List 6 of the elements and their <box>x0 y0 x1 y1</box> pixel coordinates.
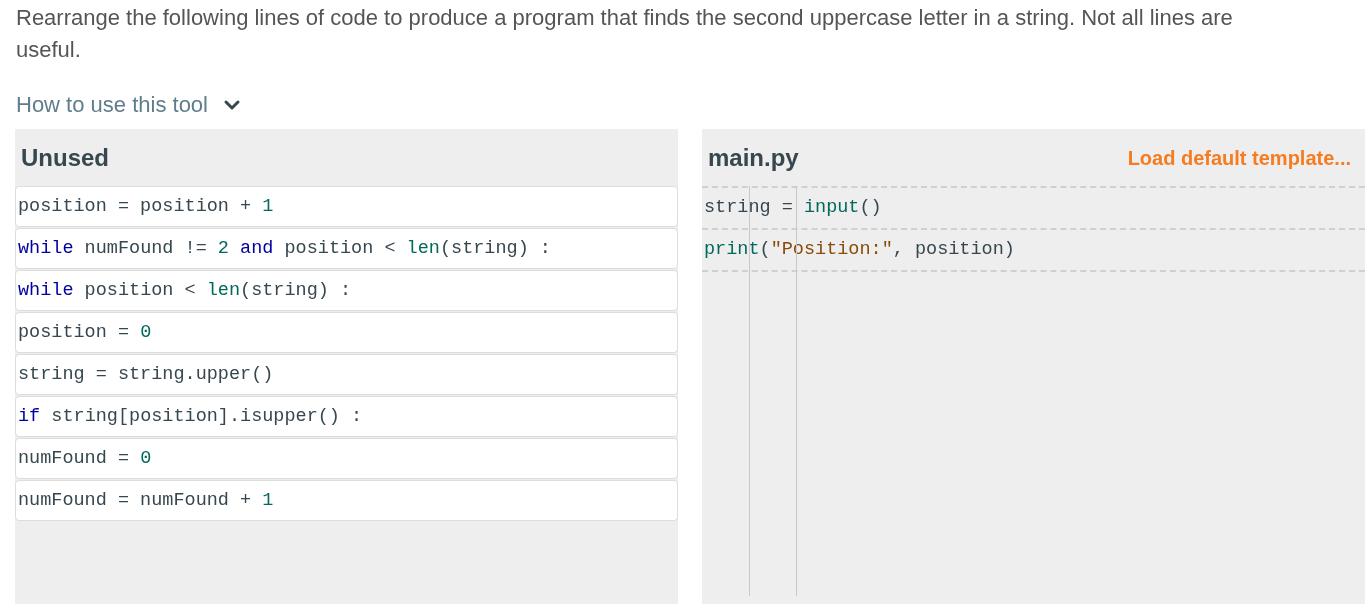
code-line[interactable]: string = input() <box>702 188 1365 230</box>
panel-title: main.py <box>708 142 799 173</box>
help-toggle[interactable]: How to use this tool <box>16 88 244 121</box>
code-line[interactable]: print("Position:", position) <box>702 230 1365 272</box>
instructions-text: Rearrange the following lines of code to produce a program that finds the second uppercase letter in a string. Not all lines are useful. <box>15 4 1234 64</box>
panel-title: Unused <box>20 142 110 173</box>
